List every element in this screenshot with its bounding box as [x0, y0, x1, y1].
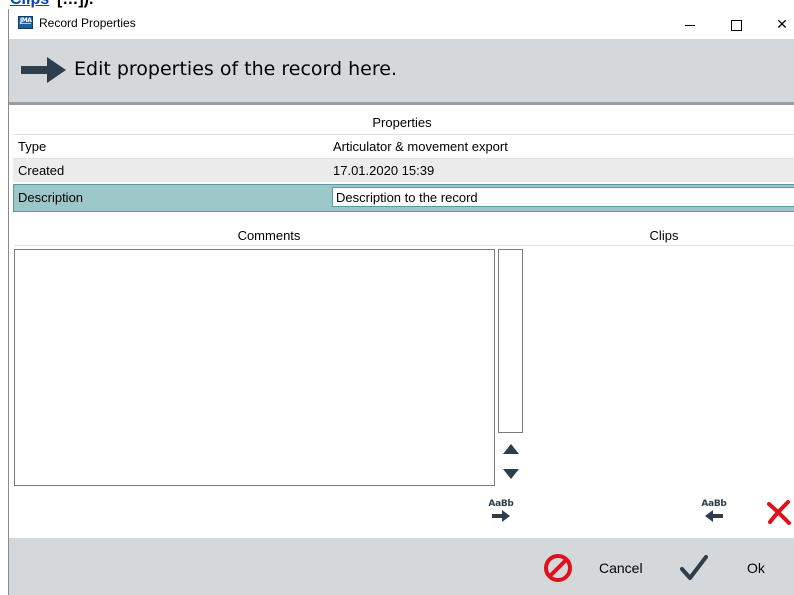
title-bar[interactable]: JMA Record Properties ✕ [9, 9, 794, 39]
header-text: Edit properties of the record here. [74, 58, 397, 80]
remove-from-clips-label: AaBb [701, 499, 727, 509]
property-label: Type [18, 139, 47, 154]
property-row-created: Created 17.01.2020 15:39 [13, 158, 794, 182]
property-value: 17.01.2020 15:39 [333, 163, 435, 178]
right-arrow-icon [21, 57, 66, 83]
property-label: Created [18, 163, 65, 178]
remove-from-clips-button[interactable]: AaBb [699, 499, 729, 529]
section-divider [14, 245, 794, 246]
properties-title: Properties [372, 115, 432, 130]
properties-table: Type Articulator & movement export Creat… [13, 134, 794, 212]
add-to-clips-button[interactable]: AaBb [486, 499, 516, 529]
ok-button[interactable]: Ok [747, 560, 765, 576]
arrow-right-icon [492, 510, 510, 522]
window-title: Record Properties [39, 16, 136, 30]
close-button[interactable]: ✕ [759, 9, 794, 39]
clips-title: Clips [649, 228, 679, 243]
comments-scrollbar[interactable] [498, 249, 523, 433]
maximize-icon [730, 19, 742, 31]
property-value: Articulator & movement export [333, 139, 508, 154]
clips-link[interactable]: Clips [10, 0, 49, 9]
app-icon: JMA [18, 16, 33, 29]
header-banner: Edit properties of the record here. [9, 39, 794, 105]
minimize-button[interactable] [667, 9, 713, 39]
comments-textarea[interactable] [14, 249, 495, 486]
footer-bar [9, 538, 794, 595]
property-label: Description [18, 190, 84, 205]
property-row-description[interactable]: Description [13, 184, 794, 212]
arrow-left-icon [705, 510, 723, 522]
delete-clip-icon[interactable] [766, 499, 792, 525]
cancel-icon[interactable] [543, 553, 573, 583]
close-icon: ✕ [776, 16, 788, 32]
move-down-icon[interactable] [503, 469, 519, 479]
record-properties-dialog: JMA Record Properties ✕ Edit properties … [8, 9, 794, 595]
comments-title: Comments [237, 228, 301, 243]
property-row-type: Type Articulator & movement export [13, 134, 794, 158]
background-text: […]). [57, 0, 93, 9]
description-input[interactable] [332, 187, 794, 207]
cancel-button[interactable]: Cancel [599, 560, 643, 576]
add-to-clips-label: AaBb [488, 499, 514, 509]
move-up-icon[interactable] [503, 444, 519, 454]
background-window-fragment: Clips […]). [0, 0, 794, 9]
checkmark-icon[interactable] [680, 554, 708, 582]
maximize-button[interactable] [713, 9, 759, 39]
minimize-icon [685, 24, 695, 26]
